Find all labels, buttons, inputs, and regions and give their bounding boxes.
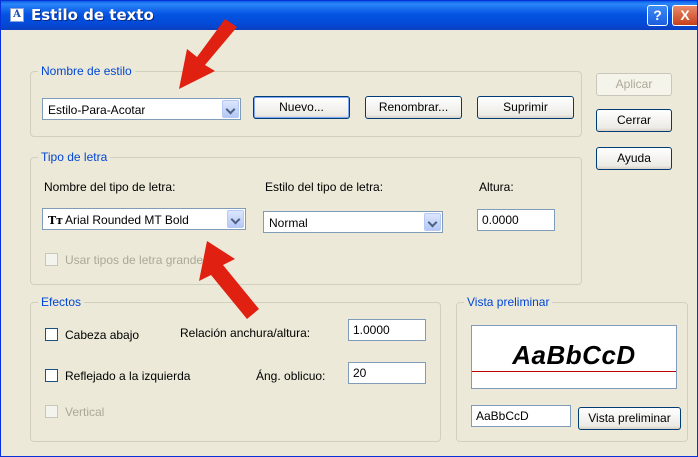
chevron-down-icon[interactable]: [424, 213, 441, 231]
backwards-checkbox[interactable]: [45, 369, 58, 382]
effects-legend: Efectos: [38, 295, 85, 309]
window-title: Estilo de texto: [31, 6, 154, 24]
font-name-label: Nombre del tipo de letra:: [44, 180, 176, 194]
close-button[interactable]: Cerrar: [596, 109, 672, 132]
rename-style-button[interactable]: Renombrar...: [365, 96, 462, 119]
oblique-input[interactable]: 20: [348, 362, 426, 384]
big-font-checkbox[interactable]: [45, 253, 58, 266]
font-style-label: Estilo del tipo de letra:: [265, 180, 384, 194]
upside-down-checkbox[interactable]: [45, 328, 58, 341]
font-name-select[interactable]: Tт Arial Rounded MT Bold: [42, 208, 246, 230]
annotation-arrow-top: [179, 19, 237, 89]
font-name-value: Arial Rounded MT Bold: [65, 213, 189, 227]
oblique-value: 20: [353, 366, 367, 380]
annotation-arrow-bottom: [199, 241, 259, 319]
chevron-down-icon[interactable]: [222, 100, 239, 118]
vertical-checkbox[interactable]: [45, 405, 58, 418]
preview-legend: Vista preliminar: [464, 295, 553, 309]
help-button[interactable]: Ayuda: [596, 147, 672, 170]
upside-down-label: Cabeza abajo: [65, 328, 140, 342]
style-name-legend: Nombre de estilo: [38, 64, 135, 78]
delete-style-button[interactable]: Suprimir: [477, 96, 574, 119]
backwards-label: Reflejado a la izquierda: [65, 369, 191, 383]
annotation-arrow-top-shape: [179, 19, 237, 89]
chevron-down-icon[interactable]: [227, 210, 244, 228]
height-label: Altura:: [479, 180, 514, 194]
annotation-arrow-bottom-shape: [199, 241, 259, 319]
width-factor-label: Relación anchura/altura:: [180, 326, 311, 340]
preview-text-input[interactable]: AaBbCcD: [471, 405, 571, 427]
font-style-value: Normal: [269, 216, 308, 230]
help-title-button[interactable]: ?: [647, 5, 668, 26]
apply-button[interactable]: Aplicar: [596, 73, 672, 96]
preview-panel: AaBbCcD: [471, 325, 677, 389]
text-style-dialog: A Estilo de texto ? X Nombre de estilo E…: [0, 0, 698, 457]
font-style-select[interactable]: Normal: [263, 211, 443, 233]
width-factor-value: 1.0000: [353, 323, 390, 337]
preview-baseline: [472, 371, 676, 372]
truetype-font-icon: Tт: [48, 214, 64, 227]
close-title-button[interactable]: X: [672, 5, 697, 26]
vertical-label: Vertical: [65, 405, 105, 419]
new-style-button[interactable]: Nuevo...: [253, 96, 350, 119]
title-bar[interactable]: A Estilo de texto ? X: [1, 1, 697, 30]
style-name-value: Estilo-Para-Acotar: [48, 103, 146, 117]
style-name-select[interactable]: Estilo-Para-Acotar: [42, 98, 241, 120]
preview-sample-text: AaBbCcD: [512, 340, 636, 370]
font-name-value-wrap: Tт Arial Rounded MT Bold: [48, 213, 224, 227]
oblique-label: Áng. oblicuo:: [256, 369, 326, 383]
text-style-icon: A: [10, 8, 24, 22]
width-factor-input[interactable]: 1.0000: [348, 319, 426, 341]
height-value: 0.0000: [482, 213, 519, 227]
preview-input-value: AaBbCcD: [476, 409, 529, 423]
font-legend: Tipo de letra: [38, 150, 111, 164]
preview-button[interactable]: Vista preliminar: [578, 407, 681, 430]
big-font-label: Usar tipos de letra grandes: [65, 253, 210, 267]
height-input[interactable]: 0.0000: [477, 209, 555, 231]
